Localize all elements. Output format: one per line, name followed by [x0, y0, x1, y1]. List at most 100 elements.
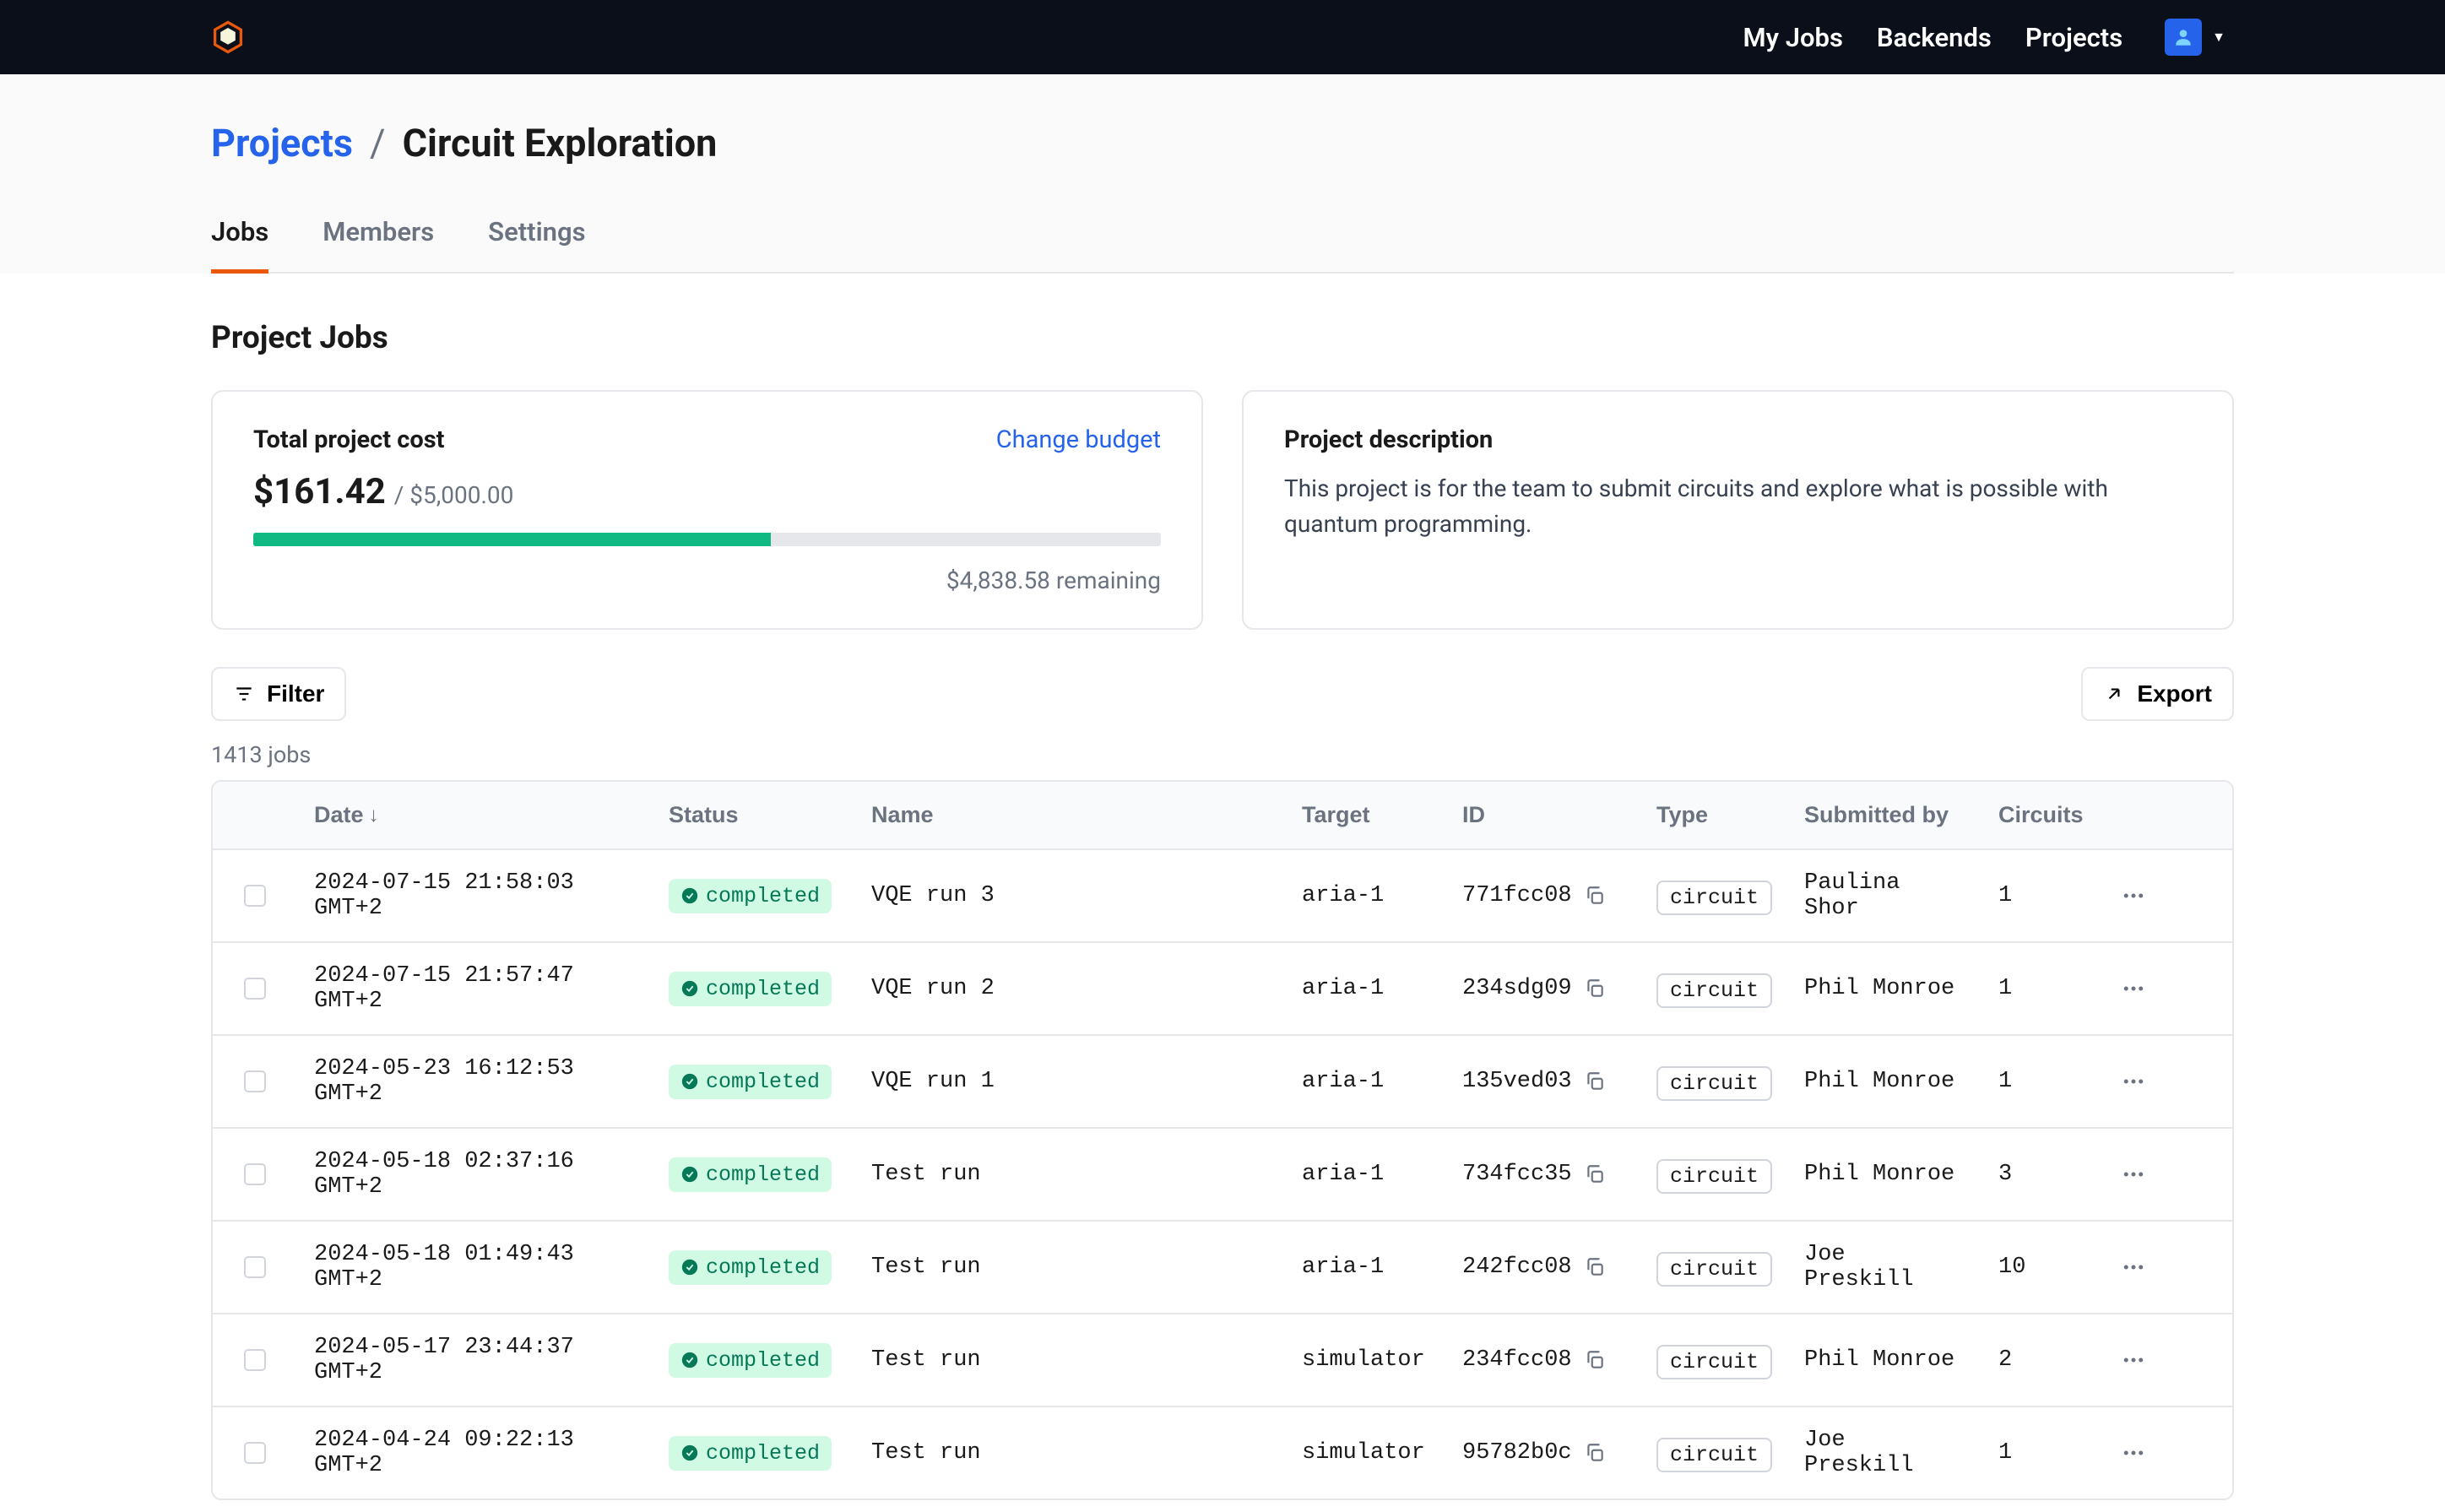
cell-submitted: Joe Preskill	[1787, 1428, 1981, 1478]
budget-progress-fill	[253, 533, 771, 546]
tab-jobs[interactable]: Jobs	[211, 216, 268, 274]
cell-id: 234fcc08	[1445, 1347, 1640, 1373]
row-checkbox[interactable]	[244, 978, 266, 1000]
nav-backends[interactable]: Backends	[1877, 22, 1992, 53]
cell-submitted: Phil Monroe	[1787, 1162, 1981, 1187]
more-icon[interactable]	[2121, 1255, 2146, 1280]
cell-target: aria-1	[1285, 1255, 1445, 1280]
more-icon[interactable]	[2121, 976, 2146, 1001]
status-badge: completed	[669, 1065, 832, 1099]
cell-circuits: 1	[1981, 976, 2100, 1001]
copy-icon[interactable]	[1584, 885, 1606, 907]
type-badge: circuit	[1656, 1159, 1772, 1194]
user-menu[interactable]: ▼	[2165, 19, 2225, 56]
cell-circuits: 2	[1981, 1347, 2100, 1373]
check-circle-icon	[680, 1444, 699, 1462]
export-button[interactable]: Export	[2081, 667, 2234, 721]
logo[interactable]	[208, 17, 248, 57]
more-icon[interactable]	[2121, 1162, 2146, 1187]
status-badge: completed	[669, 1343, 832, 1378]
nav-my-jobs[interactable]: My Jobs	[1743, 22, 1843, 53]
breadcrumb: Projects / Circuit Exploration	[211, 74, 2234, 165]
cell-target: simulator	[1285, 1347, 1445, 1373]
tab-settings[interactable]: Settings	[488, 216, 585, 274]
cell-id: 242fcc08	[1445, 1255, 1640, 1280]
more-icon[interactable]	[2121, 1069, 2146, 1094]
row-checkbox[interactable]	[244, 1349, 266, 1371]
cell-date: 2024-05-23 16:12:53 GMT+2	[297, 1056, 652, 1107]
status-badge: completed	[669, 1436, 832, 1471]
cell-id: 234sdg09	[1445, 976, 1640, 1001]
cell-circuits: 1	[1981, 883, 2100, 908]
cell-date: 2024-05-17 23:44:37 GMT+2	[297, 1335, 652, 1385]
cell-target: aria-1	[1285, 1069, 1445, 1094]
type-badge: circuit	[1656, 973, 1772, 1008]
cell-submitted: Paulina Shor	[1787, 870, 1981, 921]
cell-submitted: Phil Monroe	[1787, 1347, 1981, 1373]
tabs: Jobs Members Settings	[211, 216, 2234, 274]
col-header-status[interactable]: Status	[652, 802, 854, 828]
cost-card: Total project cost Change budget $161.42…	[211, 390, 1203, 630]
status-badge: completed	[669, 1250, 832, 1285]
breadcrumb-projects[interactable]: Projects	[211, 121, 353, 165]
more-icon[interactable]	[2121, 1347, 2146, 1373]
col-header-date[interactable]: Date↓	[297, 802, 652, 828]
table-row[interactable]: 2024-05-17 23:44:37 GMT+2 completed Test…	[213, 1314, 2232, 1407]
table-row[interactable]: 2024-05-18 02:37:16 GMT+2 completed Test…	[213, 1129, 2232, 1222]
type-badge: circuit	[1656, 1252, 1772, 1287]
col-header-submitted[interactable]: Submitted by	[1787, 802, 1981, 828]
row-checkbox[interactable]	[244, 885, 266, 907]
check-circle-icon	[680, 979, 699, 998]
cell-id: 734fcc35	[1445, 1162, 1640, 1187]
tab-members[interactable]: Members	[323, 216, 434, 274]
copy-icon[interactable]	[1584, 1349, 1606, 1371]
col-header-target[interactable]: Target	[1285, 802, 1445, 828]
copy-icon[interactable]	[1584, 1163, 1606, 1185]
copy-icon[interactable]	[1584, 1442, 1606, 1464]
table-row[interactable]: 2024-05-18 01:49:43 GMT+2 completed Test…	[213, 1222, 2232, 1314]
type-badge: circuit	[1656, 1345, 1772, 1379]
nav-links: My Jobs Backends Projects ▼	[1743, 19, 2226, 56]
export-icon	[2103, 683, 2125, 705]
cell-circuits: 3	[1981, 1162, 2100, 1187]
status-badge: completed	[669, 972, 832, 1006]
more-icon[interactable]	[2121, 1440, 2146, 1466]
table-row[interactable]: 2024-05-23 16:12:53 GMT+2 completed VQE …	[213, 1036, 2232, 1129]
chevron-down-icon: ▼	[2212, 29, 2225, 46]
change-budget-link[interactable]: Change budget	[996, 425, 1161, 454]
status-badge: completed	[669, 879, 832, 913]
description-card: Project description This project is for …	[1242, 390, 2234, 630]
nav-projects[interactable]: Projects	[2025, 22, 2122, 53]
cost-total: / $5,000.00	[394, 481, 514, 509]
col-header-circuits[interactable]: Circuits	[1981, 802, 2100, 828]
cell-date: 2024-05-18 02:37:16 GMT+2	[297, 1149, 652, 1200]
jobs-table: Date↓ Status Name Target ID Type Submitt…	[211, 780, 2234, 1500]
cell-name: Test run	[854, 1162, 1285, 1187]
budget-progress-bar	[253, 533, 1161, 546]
copy-icon[interactable]	[1584, 1256, 1606, 1278]
col-header-name[interactable]: Name	[854, 802, 1285, 828]
cell-id: 95782b0c	[1445, 1440, 1640, 1466]
more-icon[interactable]	[2121, 883, 2146, 908]
col-header-id[interactable]: ID	[1445, 802, 1640, 828]
row-checkbox[interactable]	[244, 1070, 266, 1092]
row-checkbox[interactable]	[244, 1256, 266, 1278]
table-row[interactable]: 2024-07-15 21:57:47 GMT+2 completed VQE …	[213, 943, 2232, 1036]
type-badge: circuit	[1656, 1438, 1772, 1472]
budget-remaining: $4,838.58 remaining	[253, 566, 1161, 594]
type-badge: circuit	[1656, 1066, 1772, 1101]
filter-button[interactable]: Filter	[211, 667, 346, 721]
table-header: Date↓ Status Name Target ID Type Submitt…	[213, 782, 2232, 850]
table-row[interactable]: 2024-04-24 09:22:13 GMT+2 completed Test…	[213, 1407, 2232, 1498]
table-row[interactable]: 2024-07-15 21:58:03 GMT+2 completed VQE …	[213, 850, 2232, 943]
cell-target: simulator	[1285, 1440, 1445, 1466]
cell-submitted: Phil Monroe	[1787, 1069, 1981, 1094]
cell-target: aria-1	[1285, 883, 1445, 908]
row-checkbox[interactable]	[244, 1163, 266, 1185]
copy-icon[interactable]	[1584, 1070, 1606, 1092]
cell-target: aria-1	[1285, 976, 1445, 1001]
col-header-type[interactable]: Type	[1640, 802, 1787, 828]
cell-submitted: Phil Monroe	[1787, 976, 1981, 1001]
copy-icon[interactable]	[1584, 978, 1606, 1000]
row-checkbox[interactable]	[244, 1442, 266, 1464]
